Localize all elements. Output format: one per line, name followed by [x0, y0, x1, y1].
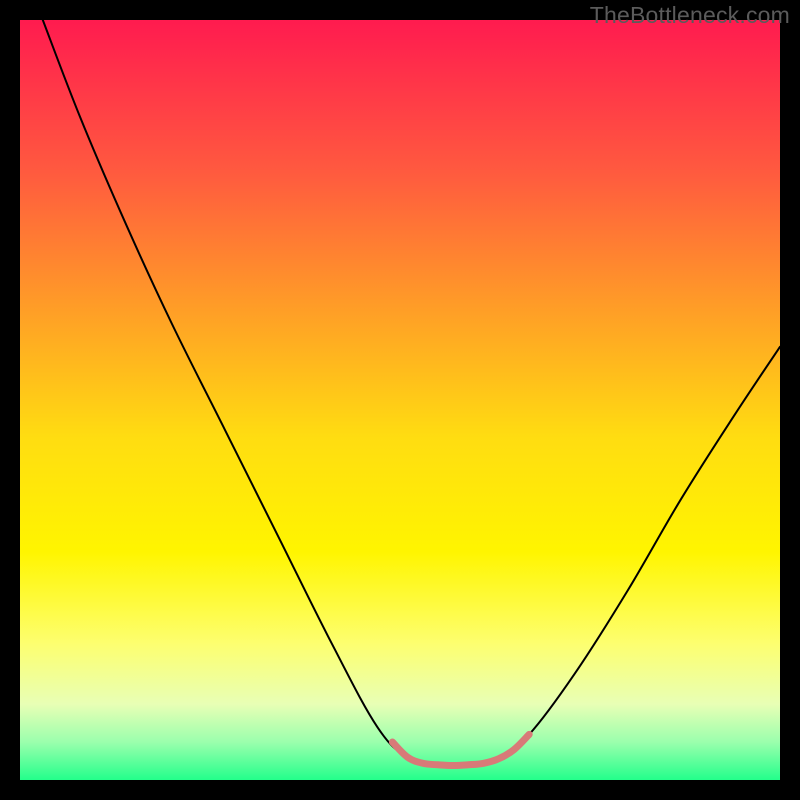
chart-plot-area: [20, 20, 780, 780]
chart-frame: TheBottleneck.com: [0, 0, 800, 800]
gradient-background: [20, 20, 780, 780]
watermark-text: TheBottleneck.com: [590, 2, 790, 29]
chart-svg: [20, 20, 780, 780]
